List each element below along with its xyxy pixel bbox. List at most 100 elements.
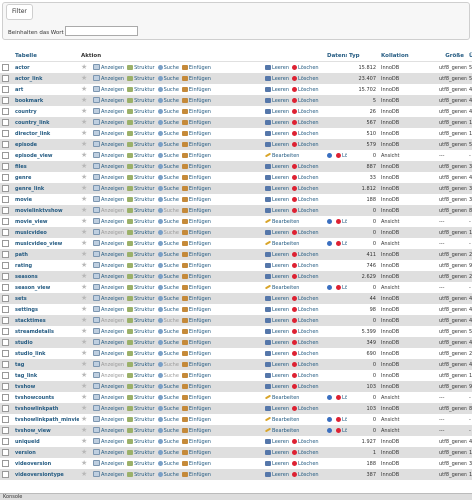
insert-button[interactable]: Einfügen [181,195,211,205]
structure-button[interactable]: Struktur [127,327,155,337]
table-name[interactable]: genre [13,172,79,183]
search-button[interactable]: Suche [157,294,179,304]
insert-button[interactable]: Einfügen [181,338,211,348]
search-button[interactable]: Suche [157,217,179,227]
browse-button[interactable]: Anzeigen [93,206,124,216]
row-checkbox[interactable] [2,404,9,412]
drop-button[interactable]: Löschen [292,294,319,304]
drop-button[interactable]: Löschen [336,393,347,403]
table-name[interactable]: episode_view [13,150,79,161]
table-name[interactable]: movielinktvshow [13,205,79,216]
structure-button[interactable]: Struktur [127,360,155,370]
search-button[interactable]: Suche [157,382,179,392]
empty-button[interactable]: Leeren [265,459,289,469]
browse-button[interactable]: Anzeigen [93,129,124,139]
star-icon[interactable]: ★ [81,371,87,379]
empty-button[interactable]: Leeren [265,195,289,205]
search-button[interactable]: Suche [157,316,179,326]
structure-button[interactable]: Struktur [127,415,155,425]
row-checkbox[interactable] [2,294,9,302]
table-name[interactable]: actor_link [13,73,79,84]
structure-button[interactable]: Struktur [127,448,155,458]
drop-button[interactable]: Löschen [292,118,319,128]
star-icon[interactable]: ★ [81,261,87,269]
browse-button[interactable]: Anzeigen [93,250,124,260]
insert-button[interactable]: Einfügen [181,184,211,194]
row-checkbox[interactable] [2,184,9,192]
row-checkbox[interactable] [2,272,9,280]
browse-button[interactable]: Anzeigen [93,371,124,381]
search-button[interactable]: Suche [157,107,179,117]
empty-button[interactable]: Leeren [265,349,289,359]
table-name[interactable]: country_link [13,117,79,128]
star-icon[interactable]: ★ [81,118,87,126]
browse-button[interactable]: Anzeigen [93,448,124,458]
search-button[interactable]: Suche [157,173,179,183]
browse-button[interactable]: Anzeigen [93,140,124,150]
search-button[interactable]: Suche [157,118,179,128]
insert-button[interactable]: Einfügen [181,118,211,128]
structure-button[interactable]: Struktur [127,294,155,304]
drop-button[interactable]: Löschen [336,415,347,425]
insert-button[interactable]: Einfügen [181,459,211,469]
browse-button[interactable]: Anzeigen [93,305,124,315]
browse-button[interactable]: Anzeigen [93,162,124,172]
edit-button[interactable]: Bearbeiten [264,426,299,436]
drop-button[interactable]: Löschen [336,239,347,249]
structure-button[interactable]: Struktur [127,217,155,227]
col-type-header[interactable]: Typ [347,51,379,62]
row-checkbox[interactable] [2,118,9,126]
edit-button[interactable]: Bearbeiten [264,217,299,227]
browse-button[interactable]: Anzeigen [93,195,124,205]
insert-button[interactable]: Einfügen [181,448,211,458]
browse-button[interactable]: Anzeigen [93,151,124,161]
insert-button[interactable]: Einfügen [181,437,211,447]
drop-button[interactable]: Löschen [292,470,319,480]
star-icon[interactable]: ★ [81,305,87,313]
structure-button[interactable]: Struktur [127,470,155,480]
search-button[interactable]: Suche [157,470,179,480]
drop-button[interactable]: Löschen [292,206,319,216]
structure-button[interactable]: Struktur [127,162,155,172]
star-icon[interactable]: ★ [81,272,87,280]
search-button[interactable]: Suche [157,349,179,359]
insert-button[interactable]: Einfügen [181,74,211,84]
browse-button[interactable]: Anzeigen [93,316,124,326]
row-checkbox[interactable] [2,250,9,258]
search-button[interactable]: Suche [157,74,179,84]
edit-button[interactable]: Bearbeiten [264,415,299,425]
row-checkbox[interactable] [2,415,9,423]
empty-button[interactable]: Leeren [265,305,289,315]
row-checkbox[interactable] [2,437,9,445]
col-size-header[interactable]: Größe [437,51,467,62]
browse-button[interactable]: Anzeigen [93,393,124,403]
structure-button[interactable]: Struktur [127,184,155,194]
drop-button[interactable]: Löschen [292,327,319,337]
star-icon[interactable]: ★ [81,173,87,181]
star-icon[interactable]: ★ [81,349,87,357]
search-button[interactable]: Suche [157,239,179,249]
search-button[interactable]: Suche [157,228,179,238]
browse-button[interactable]: Anzeigen [93,338,124,348]
browse-button[interactable]: Anzeigen [93,415,124,425]
insert-button[interactable]: Einfügen [181,404,211,414]
insert-button[interactable]: Einfügen [181,327,211,337]
empty-button[interactable]: Leeren [265,404,289,414]
col-rows-header[interactable]: Datensätze [325,51,347,62]
browse-button[interactable]: Anzeigen [93,272,124,282]
structure-button[interactable]: Struktur [127,195,155,205]
empty-button[interactable]: Leeren [265,272,289,282]
structure-button[interactable]: Struktur [127,261,155,271]
search-button[interactable]: Suche [157,162,179,172]
drop-button[interactable]: Löschen [292,448,319,458]
row-checkbox[interactable] [2,316,9,324]
table-name[interactable]: videoversiontype [13,469,79,480]
search-button[interactable]: Suche [157,437,179,447]
star-icon[interactable]: ★ [81,228,87,236]
insert-button[interactable]: Einfügen [181,217,211,227]
browse-button[interactable]: Anzeigen [93,217,124,227]
drop-button[interactable]: Löschen [292,173,319,183]
empty-button[interactable]: Leeren [265,250,289,260]
star-icon[interactable]: ★ [81,360,87,368]
drop-button[interactable]: Löschen [292,140,319,150]
